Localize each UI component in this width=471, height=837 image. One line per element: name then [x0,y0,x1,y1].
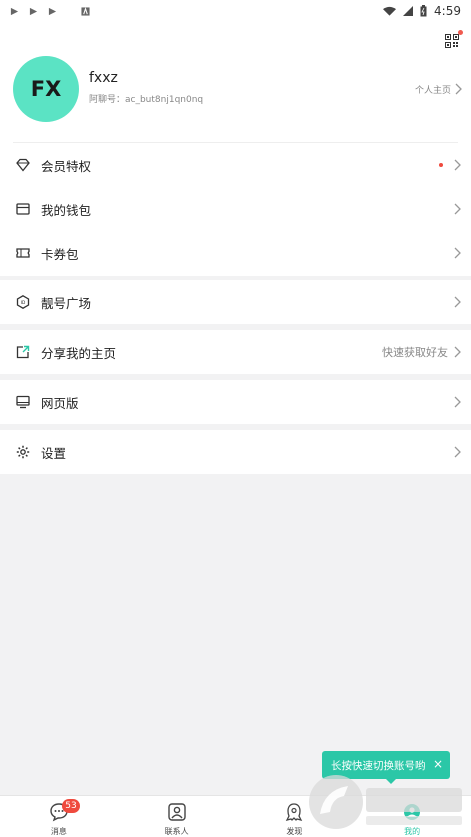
tab-me[interactable]: 我的 [353,796,471,837]
svg-text:ID: ID [21,300,26,306]
avatar[interactable]: FX [13,56,79,122]
ticket-icon [16,246,30,260]
menu-item-share-homepage[interactable]: 分享我的主页 快速获取好友 [0,330,471,374]
menu-item-web-version[interactable]: 网页版 [0,380,471,424]
share-icon [16,345,30,359]
battery-icon [420,5,427,17]
chevron-right-icon [454,396,461,408]
menu-item-trailing [452,187,462,231]
gear-icon [16,445,30,459]
status-bar-system: 4:59 [383,4,461,18]
tab-contacts[interactable]: 联系人 [118,796,236,837]
menu-item-trailing [439,143,462,187]
chevron-right-icon [454,247,461,259]
play-store-icon [48,7,57,15]
play-store-icon [10,7,19,15]
menu-group-settings: 设置 [0,430,471,474]
tooltip-text: 长按快速切换账号哟 [331,759,426,772]
wifi-icon [383,6,397,16]
contact-icon [166,801,188,823]
tab-label: 消息 [50,827,67,836]
qr-notification-dot [458,30,463,35]
menu-item-hint: 快速获取好友 [382,346,448,359]
discover-icon [283,801,305,823]
menu-group-numbers: ID 靓号广场 [0,280,471,324]
chevron-right-icon [454,203,461,215]
menu-item-trailing [452,430,462,474]
tab-discover[interactable]: 发现 [236,796,354,837]
menu-item-coupons[interactable]: 卡券包 [0,231,471,275]
menu-item-trailing [452,280,462,324]
chevron-right-icon [455,83,462,95]
bottom-tab-bar: 消息 53 联系人 发现 我的 [0,795,471,837]
menu-item-label: 我的钱包 [41,202,92,218]
menu-item-wallet[interactable]: 我的钱包 [0,187,471,231]
signal-icon [403,6,414,16]
tab-label: 联系人 [164,827,189,836]
chevron-right-icon [454,159,461,171]
hexagon-id-icon: ID [16,295,30,309]
username: fxxz [89,70,118,86]
menu-item-trailing: 快速获取好友 [382,330,462,374]
menu-item-trailing [452,380,462,424]
homepage-link-label: 个人主页 [414,85,451,96]
wallet-icon [16,202,30,216]
play-store-icon [29,7,38,15]
menu-item-label: 靓号广场 [41,295,92,311]
menu-item-label: 会员特权 [41,158,92,174]
monitor-icon [16,395,30,409]
menu-group-account: 会员特权 我的钱包 卡券包 [0,143,471,275]
menu-item-trailing [452,231,462,275]
chevron-right-icon [454,446,461,458]
tab-label: 发现 [286,827,303,836]
menu-item-label: 设置 [41,445,67,461]
menu-item-number-plaza[interactable]: ID 靓号广场 [0,280,471,324]
switch-account-tooltip: 长按快速切换账号哟 × [322,751,450,784]
close-icon[interactable]: × [433,758,443,770]
menu-item-label: 网页版 [41,395,79,411]
tab-label: 我的 [404,827,421,836]
tab-messages[interactable]: 消息 53 [0,796,118,837]
unread-badge: 53 [62,799,80,813]
app-a-icon [81,6,90,16]
menu-group-share: 分享我的主页 快速获取好友 [0,330,471,374]
status-time: 4:59 [434,4,461,18]
chevron-right-icon [454,296,461,308]
me-icon [401,801,423,823]
menu-item-settings[interactable]: 设置 [0,430,471,474]
qr-code-icon[interactable] [445,34,459,48]
new-dot [439,163,443,167]
tooltip-arrow [386,779,396,784]
menu-group-web: 网页版 [0,380,471,424]
status-bar-notifications [10,6,90,16]
menu-item-label: 分享我的主页 [41,345,117,361]
diamond-icon [16,158,30,172]
account-id: 阿聊号：ac_but8nj1qn0nq [89,95,204,105]
menu-item-label: 卡券包 [41,246,79,262]
chevron-right-icon [454,346,461,358]
status-bar: 4:59 [0,0,471,22]
homepage-link[interactable]: 个人主页 [415,82,463,96]
profile-header[interactable]: FX fxxz 阿聊号：ac_but8nj1qn0nq 个人主页 [13,56,463,122]
menu-item-vip[interactable]: 会员特权 [0,143,471,187]
